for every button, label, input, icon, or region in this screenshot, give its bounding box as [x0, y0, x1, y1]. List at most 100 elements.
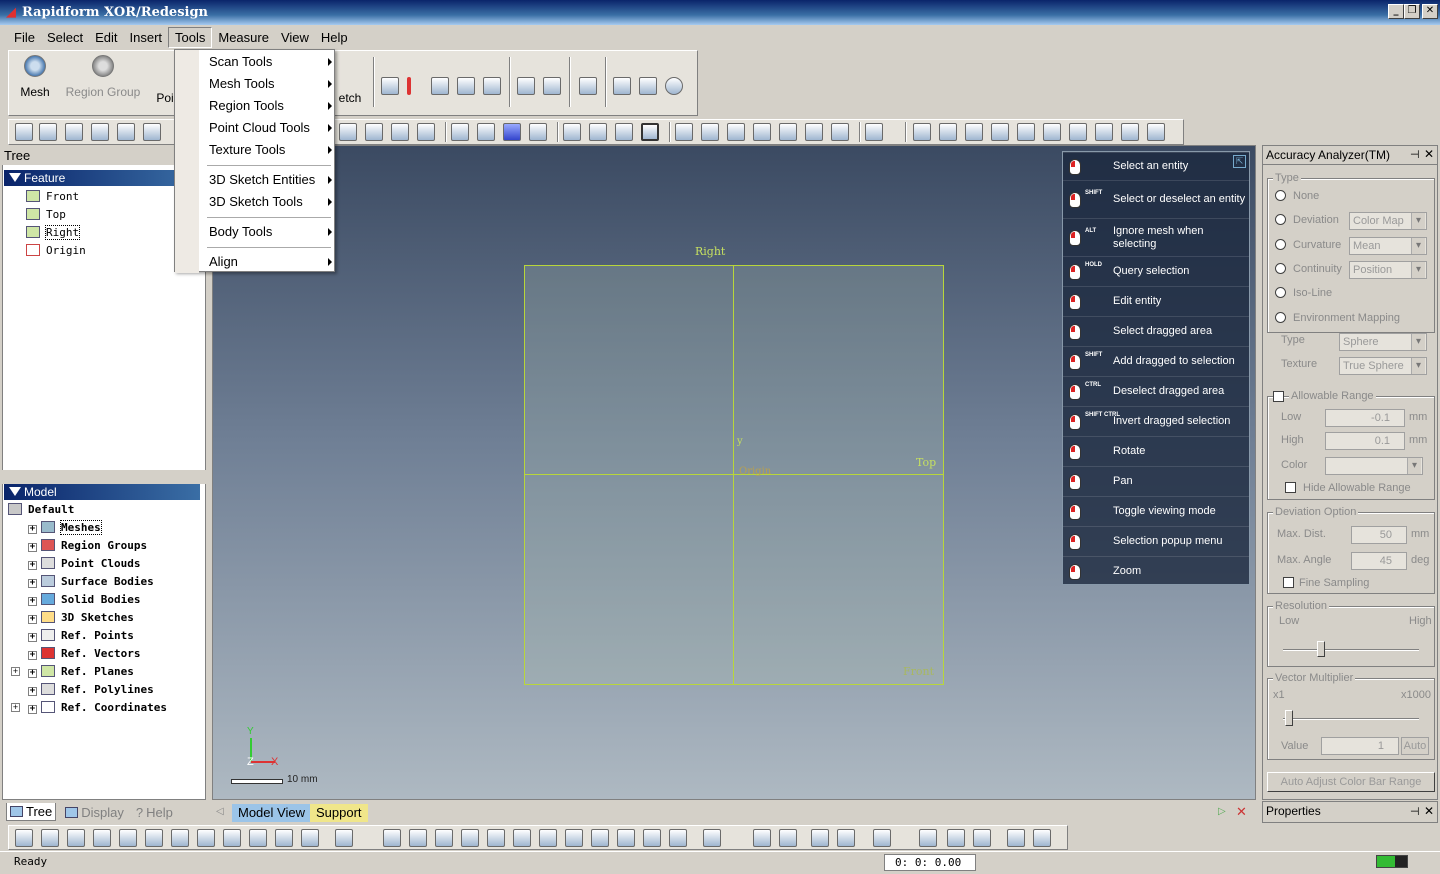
- sphere-icon[interactable]: [301, 829, 319, 847]
- model-item-solid-bodies[interactable]: + Solid Bodies: [28, 593, 140, 606]
- feature-header[interactable]: Feature: [4, 170, 200, 186]
- expand-toggle-icon[interactable]: +: [28, 579, 37, 588]
- view-front-icon[interactable]: [477, 123, 495, 141]
- expand-toggle-icon[interactable]: +: [28, 597, 37, 606]
- export-all-icon[interactable]: [117, 123, 135, 141]
- polyline-icon[interactable]: [457, 77, 475, 95]
- model-item-region-groups[interactable]: + Region Groups: [28, 539, 147, 552]
- boolean-icon[interactable]: [1007, 829, 1025, 847]
- feature-right[interactable]: Right: [26, 225, 81, 240]
- expand-toggle-icon[interactable]: +: [11, 667, 20, 676]
- show-ref-planes-icon[interactable]: [1095, 123, 1113, 141]
- box-active-icon[interactable]: [617, 829, 635, 847]
- cube-back-icon[interactable]: [701, 123, 719, 141]
- mouse-help-item[interactable]: SHIFT Add dragged to selection: [1063, 346, 1249, 376]
- show-surfaces-icon[interactable]: [991, 123, 1009, 141]
- menu-edit[interactable]: Edit: [89, 28, 123, 47]
- tab-model-view[interactable]: Model View: [232, 804, 311, 822]
- timer-display[interactable]: 0: 0: 0.00: [884, 854, 976, 871]
- layers-icon[interactable]: [579, 77, 597, 95]
- show-ref-points-icon[interactable]: [1043, 123, 1061, 141]
- menu-select[interactable]: Select: [41, 28, 89, 47]
- menu-help[interactable]: Help: [315, 28, 354, 47]
- save-icon[interactable]: [65, 123, 83, 141]
- menu-insert[interactable]: Insert: [124, 28, 169, 47]
- measure-distance-icon[interactable]: [613, 77, 631, 95]
- zoom-selection-icon[interactable]: [417, 123, 435, 141]
- menu-item-point-cloud-tools[interactable]: Point Cloud Tools: [209, 120, 332, 135]
- model-item-3d-sketches[interactable]: +3D Sketches: [28, 611, 134, 624]
- shaded-icon[interactable]: [615, 123, 633, 141]
- best-fit-icon[interactable]: [779, 829, 797, 847]
- show-mesh-icon[interactable]: [913, 123, 931, 141]
- radio-deviation[interactable]: [1275, 214, 1286, 225]
- expand-toggle-icon[interactable]: +: [28, 543, 37, 552]
- show-polylines-icon[interactable]: [1121, 123, 1139, 141]
- plane-icon[interactable]: [381, 77, 399, 95]
- tab-scroll-right-icon[interactable]: ▷: [1218, 806, 1226, 817]
- expand-toggle-icon[interactable]: +: [28, 615, 37, 624]
- mouse-help-item[interactable]: Selection popup menu: [1063, 526, 1249, 556]
- link-icon[interactable]: [1033, 829, 1051, 847]
- export-icon[interactable]: [91, 123, 109, 141]
- import-icon[interactable]: [39, 123, 57, 141]
- resolution-slider[interactable]: [1317, 641, 1325, 657]
- point-icon[interactable]: [483, 77, 501, 95]
- low-input[interactable]: -0.1: [1325, 409, 1405, 427]
- mesh-mode-button[interactable]: Mesh: [15, 55, 55, 99]
- menu-view[interactable]: View: [275, 28, 315, 47]
- transform-icon[interactable]: [811, 829, 829, 847]
- polygon-select-icon[interactable]: [93, 829, 111, 847]
- sketch-mode-label[interactable]: etch: [335, 91, 365, 105]
- model-item-ref-polylines[interactable]: + Ref. Polylines: [28, 683, 154, 696]
- model-header[interactable]: Model: [4, 484, 200, 500]
- show-ref-vectors-icon[interactable]: [1069, 123, 1087, 141]
- menu-item-body-tools[interactable]: Body Tools: [209, 224, 332, 239]
- tab-support[interactable]: Support: [310, 804, 368, 822]
- cube-top-icon[interactable]: [779, 123, 797, 141]
- tab-help[interactable]: ? Help: [133, 804, 176, 821]
- arrange-icon[interactable]: [919, 829, 937, 847]
- show-regions-icon[interactable]: [939, 123, 957, 141]
- expand-toggle-icon[interactable]: +: [28, 669, 37, 678]
- region-auto-icon[interactable]: [409, 829, 427, 847]
- menu-measure[interactable]: Measure: [212, 28, 275, 47]
- cube-iso-icon[interactable]: [831, 123, 849, 141]
- expand-toggle-icon[interactable]: +: [28, 525, 37, 534]
- close-tab-icon[interactable]: ✕: [1236, 804, 1247, 820]
- cube-select-icon[interactable]: [249, 829, 267, 847]
- point-mode-label[interactable]: Poi: [155, 91, 175, 105]
- paint-icon[interactable]: [171, 829, 189, 847]
- radio-iso-line[interactable]: [1275, 287, 1286, 298]
- freeform-icon[interactable]: [487, 829, 505, 847]
- auto-button[interactable]: Auto: [1401, 737, 1429, 755]
- box-orange-icon[interactable]: [539, 829, 557, 847]
- tab-display[interactable]: Display: [62, 804, 127, 821]
- visibility-icon[interactable]: [335, 829, 353, 847]
- shaded-edges-icon[interactable]: [641, 123, 659, 141]
- new-file-icon[interactable]: [15, 123, 33, 141]
- show-points-icon[interactable]: [965, 123, 983, 141]
- coordinate-icon[interactable]: [431, 77, 449, 95]
- expand-toggle-icon[interactable]: +: [28, 651, 37, 660]
- cube-right-icon[interactable]: [753, 123, 771, 141]
- radio-curvature[interactable]: [1275, 239, 1286, 250]
- view-iso-icon[interactable]: [503, 123, 521, 141]
- scan-icon[interactable]: [517, 77, 535, 95]
- model-default[interactable]: Default: [8, 503, 74, 516]
- scan-alt-icon[interactable]: [543, 77, 561, 95]
- show-sketches-icon[interactable]: [1017, 123, 1035, 141]
- expand-toggle-icon[interactable]: +: [28, 561, 37, 570]
- pin-properties-icon[interactable]: ⊣: [1410, 805, 1420, 818]
- tab-scroll-left-icon[interactable]: ◁: [216, 806, 224, 817]
- menu-item-scan-tools[interactable]: Scan Tools: [209, 54, 332, 69]
- radio-none[interactable]: [1275, 190, 1286, 201]
- value-input[interactable]: 1: [1321, 737, 1399, 755]
- model-item-ref-planes[interactable]: + Ref. Planes: [28, 665, 134, 678]
- model-item-ref-points[interactable]: + Ref. Points: [28, 629, 134, 642]
- mouse-help-item[interactable]: Pan: [1063, 466, 1249, 496]
- mouse-help-item[interactable]: CTRL Deselect dragged area: [1063, 376, 1249, 406]
- expand-toggle-icon[interactable]: +: [28, 687, 37, 696]
- wireframe-icon[interactable]: [563, 123, 581, 141]
- model-item-surface-bodies[interactable]: + Surface Bodies: [28, 575, 154, 588]
